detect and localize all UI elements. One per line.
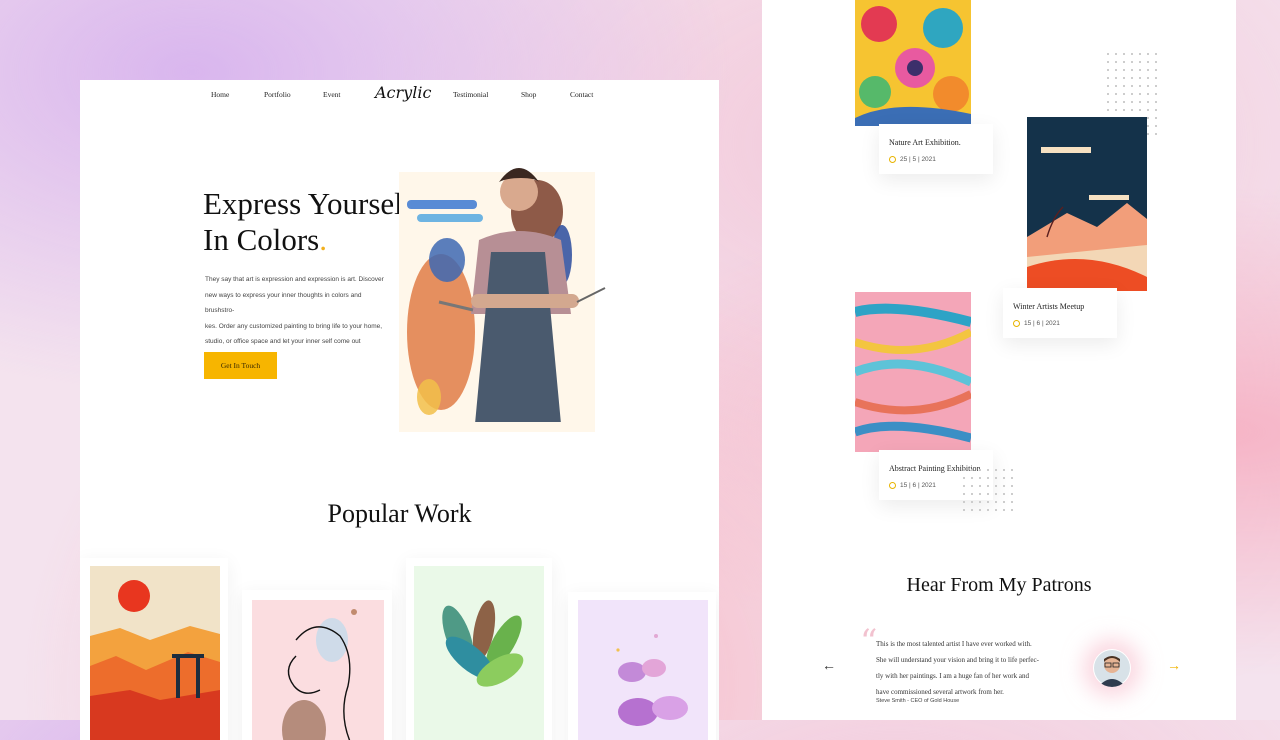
event-date: 15 | 6 | 2021	[1013, 320, 1060, 327]
nature-art-image[interactable]	[855, 0, 971, 126]
hero-artist-image	[399, 168, 606, 432]
prev-arrow-icon[interactable]: ←	[822, 657, 836, 673]
brand-logo[interactable]: Acrylic	[375, 83, 431, 102]
event-card-winter[interactable]: Winter Artists Meetup 15 | 6 | 2021	[1003, 288, 1117, 338]
event-date: 15 | 6 | 2021	[889, 482, 936, 489]
artwork-image	[578, 600, 708, 740]
dot-pattern	[960, 466, 1016, 514]
event-title: Nature Art Exhibition.	[889, 138, 961, 147]
work-card-line-portrait[interactable]	[242, 590, 392, 740]
event-card-nature[interactable]: Nature Art Exhibition. 25 | 5 | 2021	[879, 124, 993, 174]
quote-icon: “	[860, 622, 878, 662]
patron-photo	[1094, 650, 1130, 687]
nav-shop[interactable]: Shop	[521, 90, 536, 99]
abstract-painting-image[interactable]	[855, 292, 971, 452]
nav-portfolio[interactable]: Portfolio	[264, 90, 291, 99]
work-card-butterflies[interactable]	[568, 592, 716, 740]
next-arrow-icon[interactable]: →	[1167, 657, 1181, 673]
nav-contact[interactable]: Contact	[570, 90, 593, 99]
winter-artists-image[interactable]	[1027, 117, 1147, 291]
event-title: Winter Artists Meetup	[1013, 302, 1085, 311]
home-page: Home Portfolio Event Acrylic Testimonial…	[80, 80, 719, 740]
top-nav: Home Portfolio Event Acrylic Testimonial…	[80, 83, 719, 120]
work-card-sunset[interactable]	[80, 558, 228, 740]
get-in-touch-button[interactable]: Get In Touch	[204, 352, 277, 379]
calendar-icon	[889, 482, 896, 489]
event-date: 25 | 5 | 2021	[889, 156, 936, 163]
title-dot: .	[319, 222, 327, 257]
calendar-icon	[889, 156, 896, 163]
events-page: Nature Art Exhibition. 25 | 5 | 2021 Win…	[762, 0, 1236, 720]
work-card-feathers[interactable]	[406, 558, 552, 740]
artwork-image	[90, 566, 220, 740]
testimonial-author: Steve Smith - CEO of Gold House	[876, 698, 960, 704]
nav-testimonial[interactable]: Testimonial	[453, 90, 488, 99]
nav-home[interactable]: Home	[211, 90, 229, 99]
avatar	[1093, 649, 1131, 687]
nav-event[interactable]: Event	[323, 90, 341, 99]
testimonial-text: This is the most talented artist I have …	[876, 640, 1039, 696]
patrons-title: Hear From My Patrons	[906, 574, 1092, 596]
artwork-image	[414, 566, 544, 740]
artwork-image	[252, 600, 384, 740]
popular-work-title: Popular Work	[327, 499, 472, 528]
calendar-icon	[1013, 320, 1020, 327]
